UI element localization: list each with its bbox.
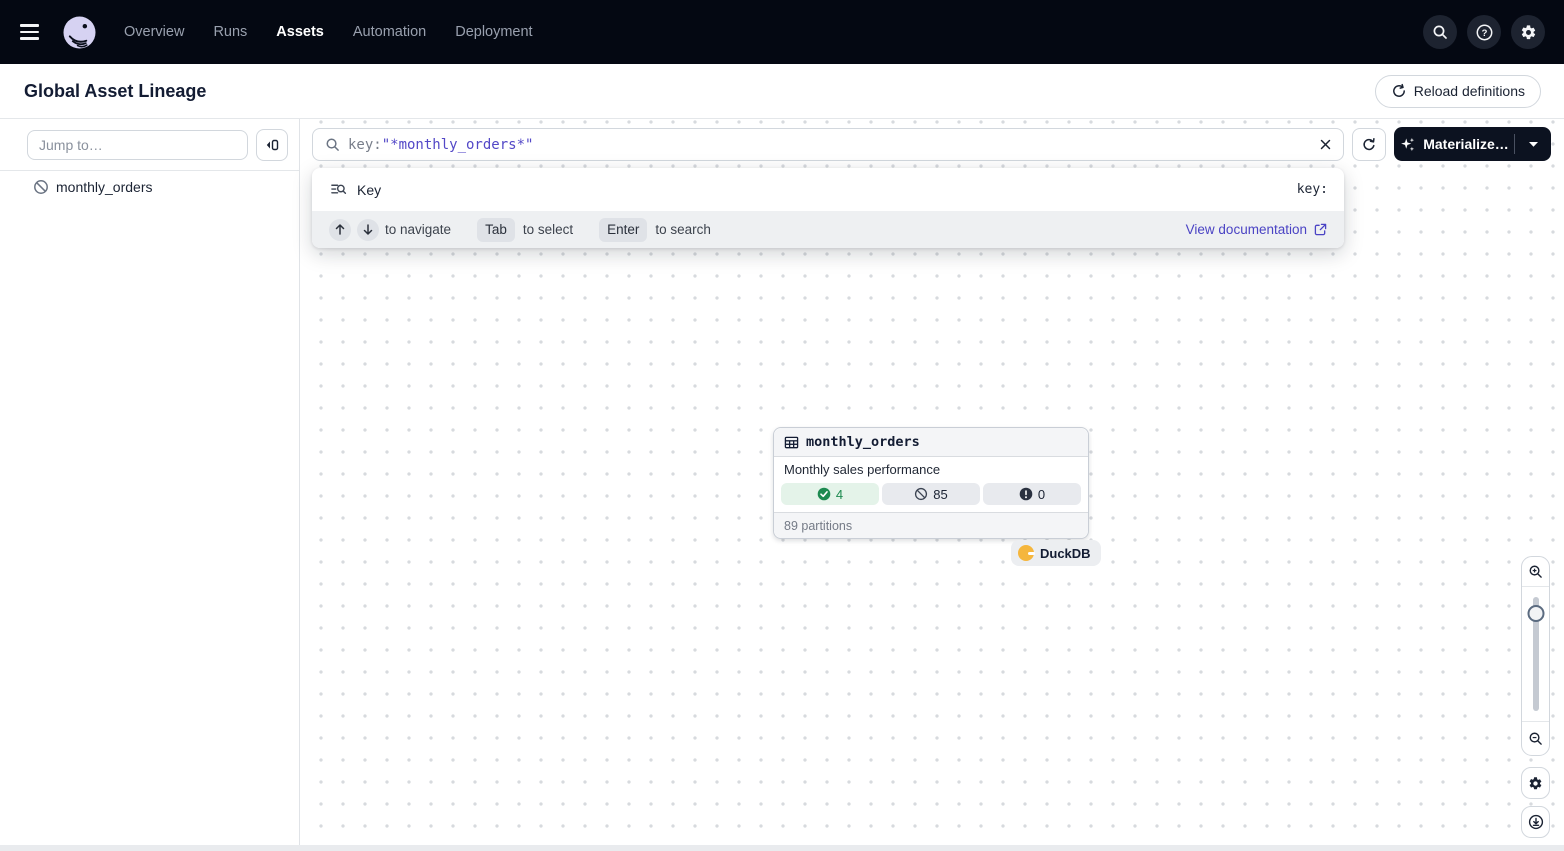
nav-item-deployment[interactable]: Deployment — [455, 24, 532, 40]
asset-filter-input[interactable]: key:"*monthly_orders*" — [312, 128, 1344, 161]
failed-count: 0 — [1038, 487, 1045, 502]
help-icon: ? — [1476, 24, 1493, 41]
tab-key: Tab — [477, 218, 515, 242]
zoom-slider-handle[interactable] — [1527, 605, 1544, 622]
horizontal-scrollbar — [0, 845, 1564, 851]
search-hint: to search — [655, 222, 711, 237]
top-navigation-bar: Overview Runs Assets Automation Deployme… — [0, 0, 1564, 64]
asset-node-description: Monthly sales performance — [774, 457, 1088, 481]
zoom-out-icon — [1528, 731, 1543, 746]
materialize-split-button: Materialize… — [1394, 127, 1551, 161]
asset-node-partitions: 89 partitions — [774, 512, 1088, 538]
asset-node-monthly-orders[interactable]: monthly_orders Monthly sales performance… — [773, 427, 1089, 539]
suggestion-syntax-hint: key: — [1297, 182, 1328, 197]
sidebar-search-row — [0, 119, 299, 170]
reload-definitions-label: Reload definitions — [1414, 83, 1525, 99]
materialize-label: Materialize… — [1423, 136, 1509, 152]
collapse-panel-button[interactable] — [256, 129, 288, 161]
page-header: Global Asset Lineage Reload definitions — [0, 64, 1564, 119]
materialize-options-button[interactable] — [1515, 127, 1551, 161]
page-title: Global Asset Lineage — [24, 81, 206, 102]
download-view-button[interactable] — [1521, 806, 1550, 838]
menu-icon — [20, 24, 39, 26]
zoom-controls — [1521, 556, 1550, 756]
slash-circle-icon — [33, 179, 49, 195]
external-link-icon — [1314, 223, 1327, 236]
nav-item-assets[interactable]: Assets — [276, 24, 324, 40]
filter-query-value: "*monthly_orders*" — [382, 137, 534, 153]
filter-query-prefix: key: — [348, 137, 382, 153]
slash-circle-icon — [914, 487, 928, 501]
missing-count: 85 — [933, 487, 947, 502]
help-button[interactable]: ? — [1467, 15, 1501, 49]
enter-key: Enter — [599, 218, 647, 242]
search-suggestions-dropdown: Key key: to navigate Tab to select Enter… — [312, 168, 1344, 248]
suggestion-item-key[interactable]: Key key: — [312, 168, 1344, 211]
view-documentation-label: View documentation — [1186, 222, 1307, 237]
reload-icon — [1391, 83, 1407, 99]
clear-icon — [1318, 137, 1333, 152]
storage-kind-label: DuckDB — [1040, 546, 1091, 561]
refresh-graph-button[interactable] — [1352, 128, 1386, 161]
check-circle-icon — [817, 487, 831, 501]
search-icon — [325, 137, 340, 152]
menu-button[interactable] — [20, 18, 48, 46]
refresh-icon — [1361, 137, 1377, 153]
gear-icon — [1528, 776, 1543, 791]
asset-node-badges: 4 85 0 — [774, 481, 1088, 512]
table-icon — [784, 435, 799, 450]
missing-count-badge[interactable]: 85 — [882, 483, 980, 505]
nav-item-overview[interactable]: Overview — [124, 24, 184, 40]
sidebar-item-monthly-orders[interactable]: monthly_orders — [0, 171, 299, 203]
jump-to-input[interactable] — [27, 130, 248, 160]
zoom-in-icon — [1528, 564, 1543, 579]
global-search-button[interactable] — [1423, 15, 1457, 49]
zoom-in-button[interactable] — [1522, 557, 1549, 587]
suggestions-footer: to navigate Tab to select Enter to searc… — [312, 211, 1344, 248]
alert-circle-icon — [1019, 487, 1033, 501]
sidebar-item-label: monthly_orders — [56, 179, 153, 195]
zoom-out-button[interactable] — [1522, 721, 1549, 755]
nav-item-automation[interactable]: Automation — [353, 24, 426, 40]
navigate-hint: to navigate — [385, 222, 451, 237]
primary-nav: Overview Runs Assets Automation Deployme… — [124, 24, 533, 40]
svg-text:?: ? — [1481, 28, 1487, 39]
manage-search-icon — [330, 181, 347, 198]
global-asset-lineage-screen: Overview Runs Assets Automation Deployme… — [0, 0, 1564, 851]
storage-kind-tag-duckdb[interactable]: DuckDB — [1011, 540, 1101, 566]
arrow-down-icon — [363, 224, 373, 235]
topnav-actions: ? — [1423, 15, 1545, 49]
search-icon — [1432, 24, 1448, 40]
filter-query-text: key:"*monthly_orders*" — [348, 137, 533, 153]
clear-filter-button[interactable] — [1318, 137, 1333, 152]
sparkles-icon — [1399, 136, 1416, 153]
view-documentation-link[interactable]: View documentation — [1186, 222, 1327, 237]
arrow-down-key — [357, 219, 379, 241]
zoom-slider — [1522, 587, 1549, 721]
graph-settings-button[interactable] — [1521, 767, 1550, 799]
reload-definitions-button[interactable]: Reload definitions — [1375, 75, 1541, 108]
materialized-count: 4 — [836, 487, 843, 502]
asset-node-name: monthly_orders — [806, 434, 920, 450]
arrow-circle-down-icon — [1528, 814, 1544, 830]
suggestion-label: Key — [357, 182, 381, 198]
asset-node-header: monthly_orders — [774, 428, 1088, 457]
caret-down-icon — [1528, 141, 1539, 148]
select-hint: to select — [523, 222, 573, 237]
arrow-up-icon — [335, 224, 345, 235]
materialize-button[interactable]: Materialize… — [1394, 127, 1514, 161]
materialized-count-badge[interactable]: 4 — [781, 483, 879, 505]
dagster-logo[interactable] — [63, 16, 96, 49]
arrow-up-key — [329, 219, 351, 241]
lineage-sidebar: monthly_orders — [0, 119, 300, 845]
settings-button[interactable] — [1511, 15, 1545, 49]
nav-item-runs[interactable]: Runs — [213, 24, 247, 40]
failed-count-badge[interactable]: 0 — [983, 483, 1081, 505]
duckdb-icon — [1018, 545, 1034, 561]
collapse-panel-icon — [264, 137, 280, 153]
gear-icon — [1520, 24, 1537, 41]
